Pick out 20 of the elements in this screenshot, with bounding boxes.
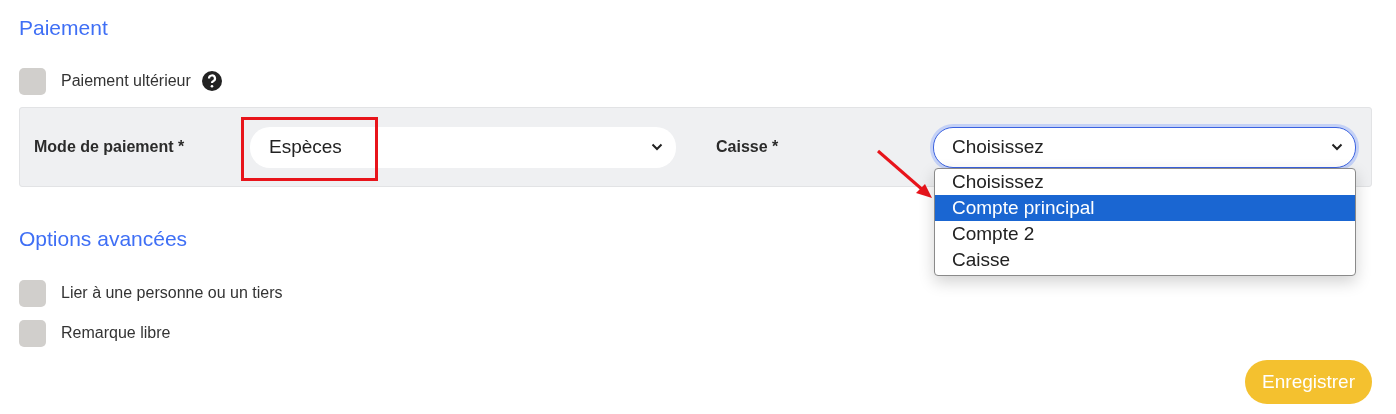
- help-icon: [201, 71, 222, 91]
- dropdown-option[interactable]: Compte 2: [935, 220, 1355, 247]
- checkbox[interactable]: [19, 319, 46, 347]
- dropdown-option[interactable]: Choisissez: [935, 168, 1355, 195]
- checkbox-label: Paiement ultérieur: [61, 72, 191, 90]
- select-field[interactable]: Espèces: [250, 126, 676, 168]
- field-label: Mode de paiement *: [34, 138, 186, 156]
- annotation-arrow: [877, 149, 932, 198]
- field-label: Caisse *: [716, 138, 780, 156]
- chevron-down-icon: [1331, 143, 1343, 151]
- chevron-down-icon: [651, 143, 663, 151]
- checkbox[interactable]: [19, 279, 46, 307]
- dropdown-option[interactable]: Caisse: [935, 246, 1355, 273]
- checkbox-label: Lier à une personne ou un tiers: [61, 284, 283, 302]
- checkbox-label: Remarque libre: [61, 324, 171, 342]
- dropdown-option[interactable]: Compte principal: [935, 194, 1355, 221]
- checkbox[interactable]: [19, 67, 46, 95]
- section-title: Options avancées: [19, 226, 188, 252]
- section-title: Paiement: [19, 15, 108, 41]
- select-field[interactable]: Choisissez: [933, 126, 1356, 168]
